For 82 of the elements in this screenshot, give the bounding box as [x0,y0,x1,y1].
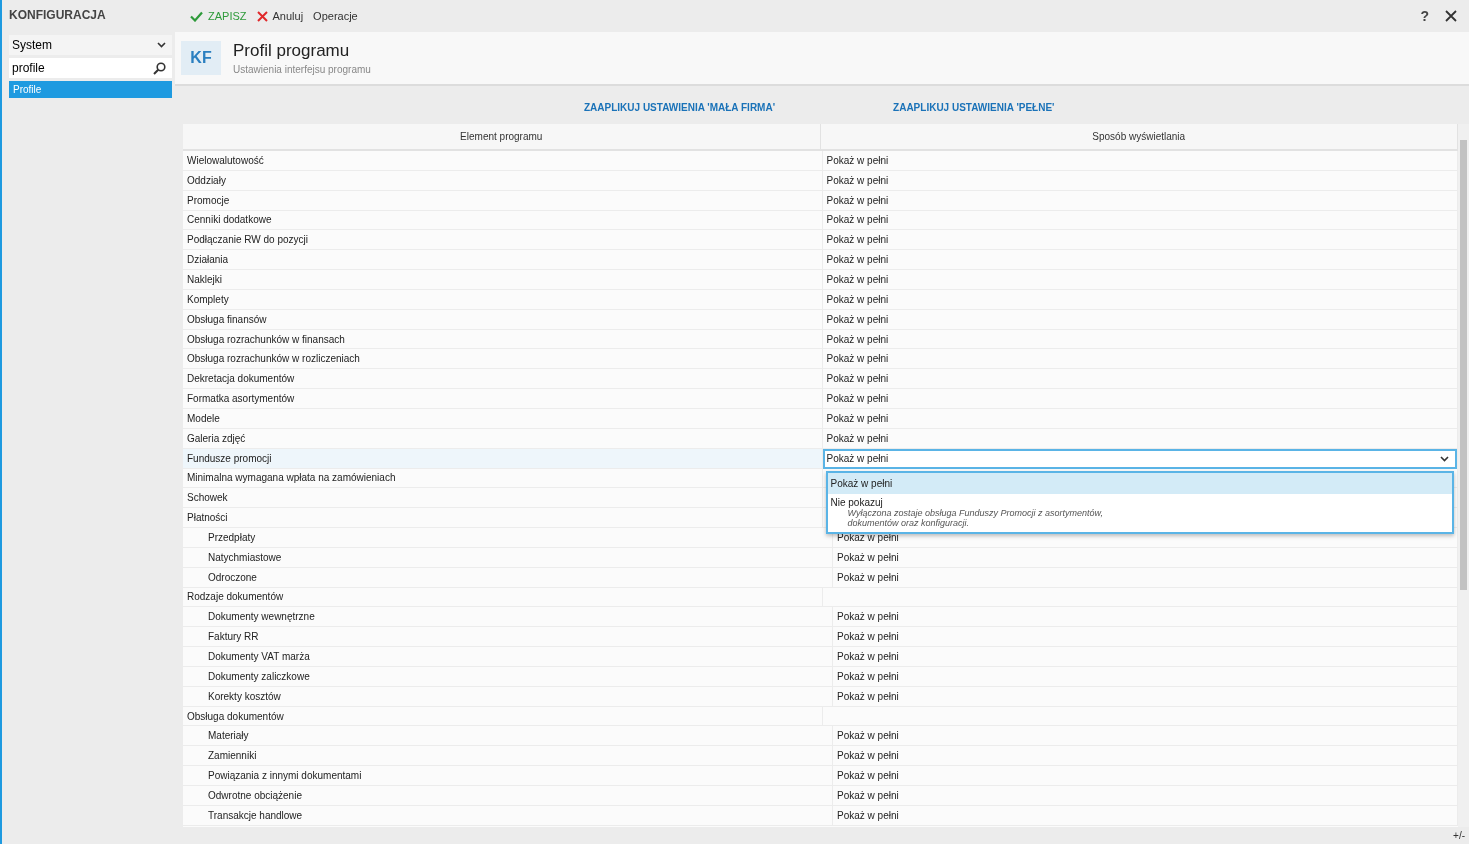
table-cell-text: Pokaż w pełni [825,293,889,305]
table-cell-text: Pokaż w pełni [825,333,889,345]
table-cell[interactable]: Korekty kosztów [183,686,833,706]
table-cell[interactable]: Płatności [183,508,823,528]
table-cell[interactable]: Odroczone [183,567,833,587]
value-dropdown[interactable]: Pokaż w pełni [822,448,1457,469]
table-cell-text: Pokaż w pełni [825,274,889,285]
table-cell[interactable]: Cenniki dodatkowe [183,210,823,230]
table-cell-text: Pokaż w pełni [825,194,889,206]
table-cell[interactable]: Obsługa rozrachunków w finansach [183,329,823,349]
table-cell[interactable]: Obsługa dokumentów [183,706,823,726]
column-header[interactable]: Element programu [183,124,821,149]
chevron-icon [1440,455,1449,462]
table-cell[interactable]: Minimalna wymagana wpłata na zamówieniach [183,468,823,488]
table-cell-text: Pokaż w pełni [836,789,899,801]
table-cell-text: Pokaż w pełni [836,611,899,623]
table-cell-text: Pokaż w pełni [825,412,889,424]
table-cell[interactable]: Natychmiastowe [183,547,833,567]
dropdown-option[interactable]: Pokaż w pełni [827,472,1452,494]
table-cell[interactable]: Wielowalutowość [183,151,823,170]
table-cell[interactable]: Obsługa finansów [183,309,823,329]
table-cell-text: Pokaż w pełni [836,770,899,782]
scrollbar[interactable] [1458,124,1469,827]
table-cell[interactable]: Przedpłaty [183,528,833,547]
table-cell[interactable]: Modele [183,408,823,428]
page-subtitle: Ustawienia interfejsu programu [233,64,371,75]
table-cell-text: Pokaż w pełni [825,313,889,325]
table-cell-text: Pokaż w pełni [825,373,889,385]
table-cell-text: Pokaż w pełni [825,393,889,405]
table-cell[interactable]: Komplety [183,289,823,309]
table-cell-text: Pokaż w pełni [836,690,899,702]
scroll-thumb[interactable] [1460,140,1467,590]
category-dropdown[interactable]: System [9,35,172,55]
table-cell[interactable]: Schowek [183,488,823,508]
table-cell-text: Pokaż w pełni [836,651,899,662]
cancel-button[interactable]: Anuluj [253,8,307,24]
table-cell-text: Pokaż w pełni [825,234,889,246]
table-cell[interactable]: Powiązania z innymi dokumentami [183,766,833,785]
search-icon [153,62,166,75]
table-cell[interactable]: Odwrotne obciążenie [183,786,833,805]
table-cell-text: Pokaż w pełni [825,154,889,166]
table-cell-text: Pokaż w pełni [825,432,889,444]
module-badge: KF [181,41,221,75]
table-cell-text: Pokaż w pełni [836,571,899,583]
table-cell[interactable]: Dokumenty wewnętrzne [183,607,833,627]
checkmark-icon [190,10,203,22]
table-cell[interactable]: Galeria zdjęć [183,428,823,448]
apply-link[interactable]: ZAAPLIKUJ USTAWIENIA 'MAŁA FIRMA' [584,101,776,113]
table-cell[interactable]: Dokumenty zaliczkowe [183,666,833,686]
table-cell[interactable]: Materiały [183,726,833,746]
table-cell[interactable]: Zamienniki [183,746,833,766]
table-cell[interactable]: Naklejki [183,270,823,289]
table-cell-text: Pokaż w pełni [836,750,899,762]
table-cell-text: Pokaż w pełni [825,254,889,266]
table-cell-text: Pokaż w pełni [825,353,889,365]
table-cell-text: Pokaż w pełni [836,670,899,682]
search-field[interactable]: profile [9,58,172,78]
table-cell-text: Pokaż w pełni [825,214,889,226]
table-cell-text: Pokaż w pełni [836,809,899,821]
table-cell-text: Pokaż w pełni [825,174,889,186]
chevron-icon [157,42,166,48]
operations-button[interactable]: Operacje [310,8,361,24]
help-button[interactable]: ? [1412,6,1437,26]
panel-title: KONFIGURACJA [9,8,107,24]
table-cell[interactable]: Dekretacja dokumentów [183,369,823,389]
table-cell[interactable]: Obsługa rozrachunków w rozliczeniach [183,349,823,369]
table-cell[interactable]: Formatka asortymentów [183,389,823,408]
table-cell[interactable]: Rodzaje dokumentów [183,587,823,607]
table-cell-text: Pokaż w pełni [836,631,899,643]
table-cell-text: Pokaż w pełni [836,730,899,742]
cross-icon [256,10,268,22]
table-cell[interactable]: Transakcje handlowe [183,805,833,825]
page-title: Profil programu [233,41,351,61]
table-cell[interactable]: Dokumenty VAT marża [183,647,833,666]
table-cell[interactable]: Podłączanie RW do pozycji [183,230,823,250]
expand-toggle[interactable]: +/- [1453,830,1465,841]
table-cell[interactable]: Faktury RR [183,627,833,647]
apply-link[interactable]: ZAAPLIKUJ USTAWIENIA 'PEŁNE' [893,101,1055,113]
table-cell-text: Pokaż w pełni [836,551,899,563]
table-cell[interactable]: Promocje [183,190,823,210]
table-cell[interactable]: Działania [183,250,823,270]
table-cell[interactable]: Oddziały [183,170,823,190]
